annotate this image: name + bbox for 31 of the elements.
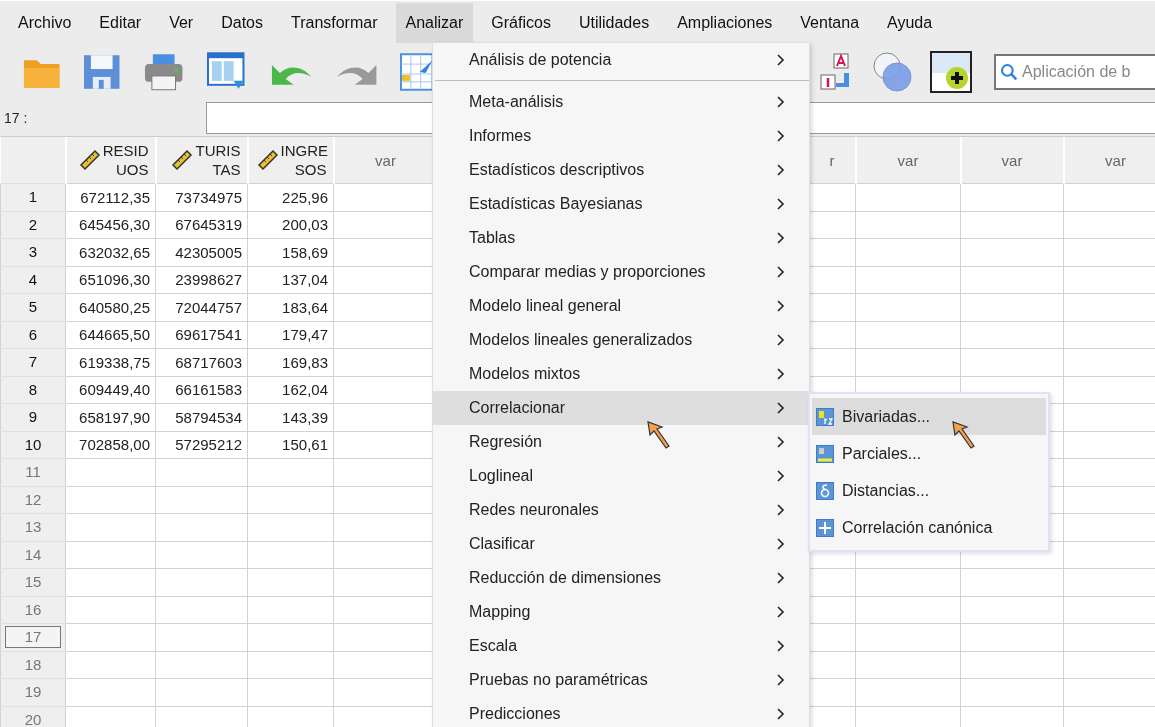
table-cell: 58794534	[155, 403, 248, 431]
table-cell: 150,61	[247, 431, 334, 459]
table-cell: 619338,75	[65, 348, 156, 376]
table-cell: 644665,50	[65, 321, 156, 349]
table-cell: 609449,40	[65, 376, 156, 404]
table-cell: 72044757	[155, 293, 248, 321]
table-cell: 651096,30	[65, 266, 156, 294]
table-cell: 702858,00	[65, 431, 156, 459]
table-cell: 137,04	[247, 266, 334, 294]
table-cell: 162,04	[247, 376, 334, 404]
table-cell: 169,83	[247, 348, 334, 376]
table-cell: 183,64	[247, 293, 334, 321]
case-label: 17 :	[3, 110, 29, 126]
table-cell: 67645319	[155, 211, 248, 239]
table-cell: 658197,90	[65, 403, 156, 431]
table-cell: 68717603	[155, 348, 248, 376]
table-cell: 179,47	[247, 321, 334, 349]
table-cell: 66161583	[155, 376, 248, 404]
table-cell: 640580,25	[65, 293, 156, 321]
table-cell: 57295212	[155, 431, 248, 459]
table-cell: 200,03	[247, 211, 334, 239]
table-cell: 225,96	[247, 183, 334, 211]
table-cell: 73734975	[155, 183, 248, 211]
table-cell: 143,39	[247, 403, 334, 431]
table-cell: 645456,30	[65, 211, 156, 239]
table-cell: 672112,35	[65, 183, 156, 211]
table-cell: 632032,65	[65, 238, 156, 266]
table-cell: 42305005	[155, 238, 248, 266]
table-cell: 23998627	[155, 266, 248, 294]
table-cell: 69617541	[155, 321, 248, 349]
table-cell: 158,69	[247, 238, 334, 266]
